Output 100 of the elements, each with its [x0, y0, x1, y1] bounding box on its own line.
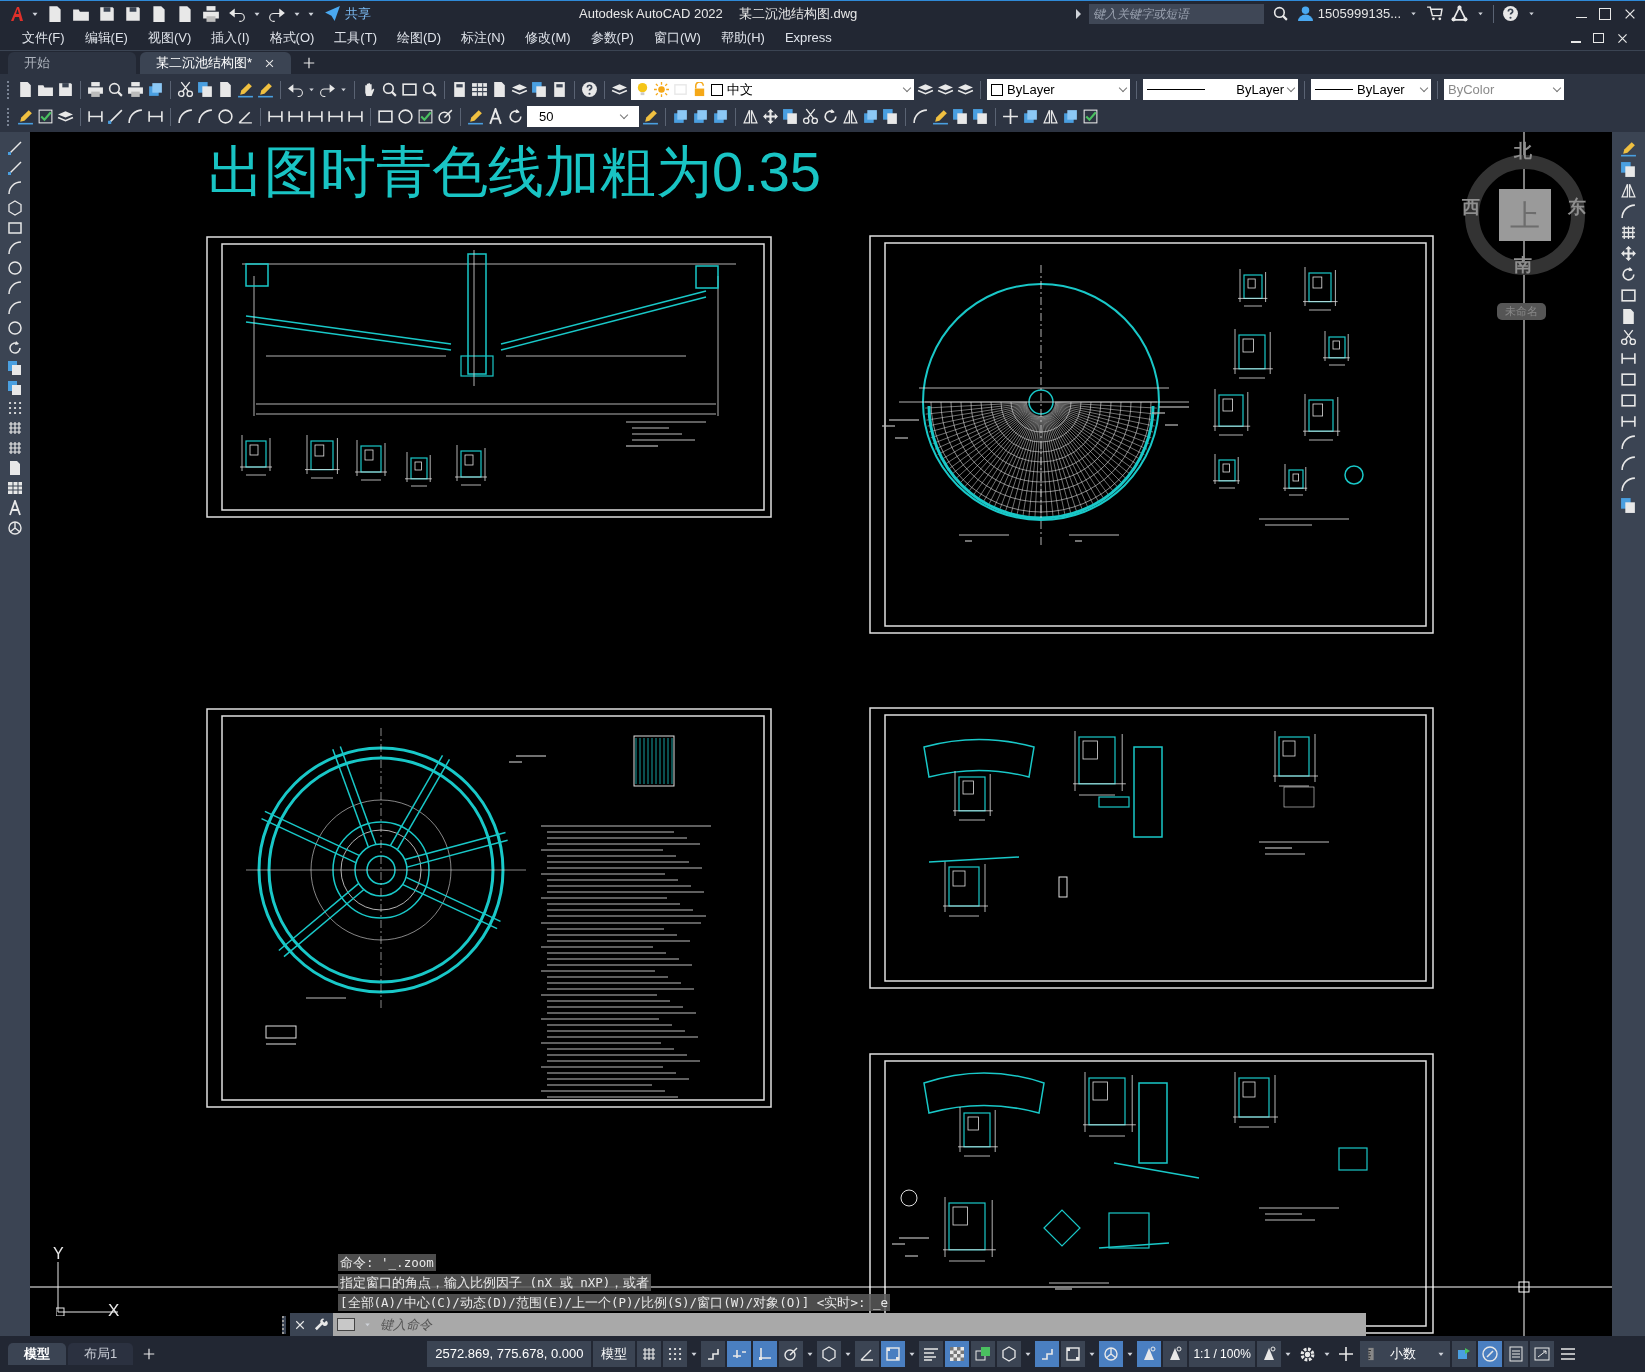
isometric-icon[interactable] [1001, 1346, 1018, 1362]
dimension-icon[interactable] [1620, 350, 1637, 367]
units-dropdown[interactable]: 小数 [1359, 1341, 1450, 1367]
menu-item[interactable]: 窗口(W) [643, 26, 711, 50]
dimension-icon[interactable] [347, 108, 364, 125]
check-icon[interactable] [37, 108, 54, 125]
help-icon[interactable] [1502, 5, 1519, 22]
status-toggle[interactable] [779, 1341, 804, 1367]
pencil-icon[interactable] [237, 81, 254, 98]
snap-dots-icon[interactable] [667, 1346, 684, 1362]
check-icon[interactable] [417, 108, 434, 125]
circle-icon[interactable] [217, 108, 234, 125]
pencil-icon[interactable] [932, 108, 949, 125]
status-toggle[interactable] [637, 1341, 662, 1367]
printer-icon[interactable] [127, 81, 144, 98]
status-toggle[interactable] [1451, 1341, 1476, 1367]
plus-icon[interactable] [1002, 108, 1019, 125]
calculator-icon[interactable] [451, 81, 468, 98]
arc-icon[interactable] [7, 300, 23, 316]
copy-icon[interactable] [197, 81, 214, 98]
rectangle-icon[interactable] [7, 220, 23, 236]
copy-icon[interactable] [1620, 497, 1637, 514]
arc-icon[interactable] [197, 108, 214, 125]
scissors-icon[interactable] [1620, 329, 1637, 346]
restore-icon[interactable] [1593, 33, 1604, 43]
dimension-icon[interactable] [287, 108, 304, 125]
copy-icon[interactable] [952, 108, 969, 125]
rectangle-icon[interactable] [377, 108, 394, 125]
text-a-icon[interactable] [487, 108, 504, 125]
grip-handle[interactable] [282, 1315, 286, 1334]
selection-cycling-icon[interactable] [975, 1346, 992, 1362]
zoom-icon[interactable] [1271, 5, 1289, 22]
rectangle-icon[interactable] [1620, 392, 1637, 409]
dimension-scale-dropdown[interactable]: 50 [527, 106, 639, 127]
document-icon[interactable] [7, 460, 23, 476]
plus-icon[interactable] [303, 57, 316, 69]
arc-icon[interactable] [127, 108, 144, 125]
document-tab[interactable]: 开始 [8, 52, 136, 74]
user-icon[interactable] [1296, 5, 1314, 22]
connection-icon[interactable] [1451, 5, 1468, 22]
cube-icon[interactable] [1022, 108, 1039, 125]
menu-item[interactable]: 文件(F) [12, 26, 75, 50]
pencil-icon[interactable] [17, 108, 34, 125]
move-icon[interactable] [1620, 245, 1637, 262]
selection-box-icon[interactable] [1065, 1346, 1082, 1362]
check-icon[interactable] [1082, 108, 1099, 125]
properties-icon[interactable] [1507, 1346, 1524, 1362]
user-account-button[interactable]: 1505999135... [1296, 3, 1401, 24]
mirror-icon[interactable] [842, 108, 859, 125]
status-toggle[interactable] [855, 1341, 880, 1367]
rectangle-icon[interactable] [401, 81, 418, 98]
dimension-icon[interactable] [1620, 413, 1637, 430]
expand-icon[interactable] [1533, 1346, 1550, 1362]
save-icon[interactable] [124, 4, 142, 23]
dimension-icon[interactable] [327, 108, 344, 125]
close-icon[interactable] [294, 1318, 306, 1331]
document-icon[interactable] [17, 81, 34, 98]
minimize-icon[interactable] [1576, 16, 1587, 19]
expand-arrow-icon[interactable] [1075, 8, 1081, 19]
layers-icon[interactable] [57, 108, 74, 125]
printer-icon[interactable] [202, 4, 220, 23]
infer-icon[interactable] [705, 1346, 722, 1362]
status-toggle[interactable] [971, 1341, 996, 1367]
help-icon[interactable] [581, 81, 598, 98]
menu-icon[interactable] [1559, 1346, 1576, 1362]
status-toggle[interactable] [997, 1341, 1022, 1367]
arc-icon[interactable] [7, 240, 23, 256]
status-toggle[interactable] [1137, 1341, 1162, 1367]
document-icon[interactable] [46, 4, 64, 23]
arc-icon[interactable] [1620, 203, 1637, 220]
rectangle-icon[interactable] [1620, 371, 1637, 388]
document-icon[interactable] [176, 4, 194, 23]
zoom-icon[interactable] [421, 81, 438, 98]
annotation-icon[interactable] [1167, 1346, 1184, 1362]
rotate-icon[interactable] [1620, 266, 1637, 283]
copy-icon[interactable] [1620, 161, 1637, 178]
lineweight-dropdown[interactable]: ByLayer [1311, 79, 1431, 100]
copy-icon[interactable] [882, 108, 899, 125]
layers-icon[interactable] [611, 81, 628, 98]
dimension-icon[interactable] [87, 108, 104, 125]
menu-item[interactable]: 编辑(E) [74, 26, 138, 50]
table-icon[interactable] [471, 81, 488, 98]
arc-icon[interactable] [177, 108, 194, 125]
status-toggle[interactable] [919, 1341, 944, 1367]
pencil-icon[interactable] [1620, 140, 1637, 157]
plus-icon[interactable] [1337, 1346, 1354, 1362]
cart-icon[interactable] [1426, 5, 1443, 22]
document-icon[interactable] [150, 4, 168, 23]
caret-icon[interactable] [339, 85, 348, 94]
text-a-icon[interactable] [7, 500, 23, 516]
status-toggle[interactable] [1256, 1341, 1281, 1367]
mirror-icon[interactable] [1620, 182, 1637, 199]
save-icon[interactable] [98, 4, 116, 23]
cube-icon[interactable] [1062, 108, 1079, 125]
menu-item[interactable]: 格式(O) [259, 26, 325, 50]
grid-icon[interactable] [641, 1346, 658, 1362]
lineweight-icon[interactable] [923, 1346, 940, 1362]
rotate-icon[interactable] [7, 340, 23, 356]
send-arrow-icon[interactable] [324, 5, 341, 22]
document-tab[interactable]: 某二沉池结构图* [140, 52, 292, 74]
